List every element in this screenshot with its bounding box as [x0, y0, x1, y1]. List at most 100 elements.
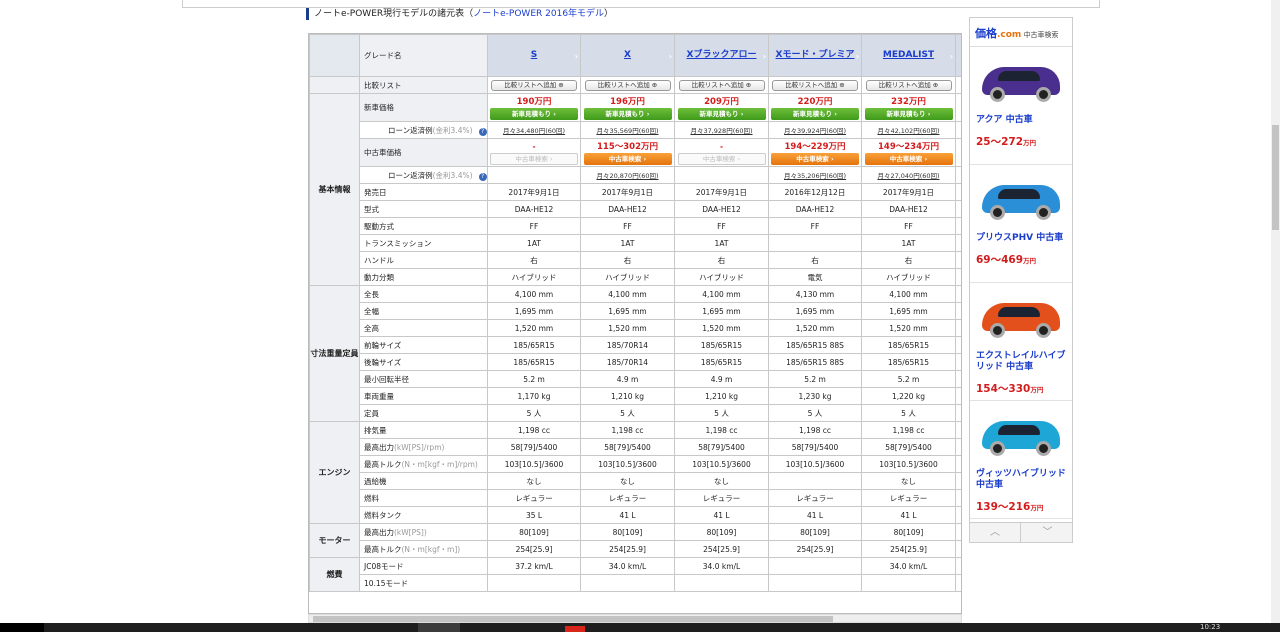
- grade-name[interactable]: Xブラックアロー: [687, 50, 757, 60]
- used-car-search-button[interactable]: 中古車検索 ›: [864, 152, 953, 165]
- grade-name[interactable]: MEDALIST: [883, 50, 934, 60]
- grade-name-link[interactable]: MEDALIST ›: [861, 34, 956, 77]
- grade-name-link[interactable]: Xブラックアロー ›: [674, 34, 769, 77]
- spec-row: 型式 DAA-HE12 DAA-HE12 DAA-HE12 DAA-HE12 DAA-HE…: [310, 200, 961, 218]
- ad-car-name-link[interactable]: ヴィッツハイブリッド 中古車: [976, 469, 1067, 491]
- loan-example-link[interactable]: 月々35,569円(60回): [596, 127, 658, 135]
- value-cell: 4,100 mm: [861, 285, 956, 303]
- grade-name[interactable]: S: [531, 50, 537, 60]
- car-wheel: [990, 205, 1005, 220]
- new-car-quote-button[interactable]: 新車見積もり ›: [677, 107, 766, 120]
- value-cell: [955, 438, 961, 456]
- row-label-cell: 最高出力(kW[PS]/rpm): [359, 438, 488, 456]
- ad-car-name-link[interactable]: プリウスPHV 中古車: [976, 233, 1067, 244]
- spec-value: 1,198 cc: [611, 425, 644, 435]
- grade-name-link[interactable]: Xモード・プレミア ›: [768, 34, 862, 77]
- help-icon[interactable]: ?: [478, 172, 487, 181]
- ad-car-name-link[interactable]: アクア 中古車: [976, 115, 1067, 126]
- spec-row: 最高出力(kW[PS]/rpm) 58[79]/5400 58[79]/5400 58…: [310, 438, 961, 456]
- used-car-search-button[interactable]: 中古車検索 ›: [583, 152, 672, 165]
- value-cell: 103[10.5]/3600: [768, 455, 862, 473]
- row-label-cell: 型式: [359, 200, 488, 218]
- value-cell: 右: [768, 251, 862, 269]
- ad-car-name-link[interactable]: エクストレイルハイブリッド 中古車: [976, 351, 1067, 373]
- used-car-search-button[interactable]: 中古車検索 ›: [771, 152, 859, 165]
- grade-name[interactable]: X: [624, 50, 631, 60]
- grade-name[interactable]: Xモード・プレミア: [776, 50, 855, 60]
- loan-example-link[interactable]: 月々27,040円(60回): [877, 172, 939, 180]
- grade-name-link[interactable]: [955, 34, 961, 77]
- spec-value: 右: [811, 255, 819, 265]
- ad-car-card[interactable]: エクストレイルハイブリッド 中古車 154～330万円: [970, 283, 1072, 401]
- car-aqua-image[interactable]: [976, 53, 1066, 111]
- loan-example-link[interactable]: 月々20,870円(60回): [596, 172, 658, 180]
- row-label: 燃料タンク: [364, 510, 402, 520]
- value-cell: DAA-HE12: [674, 200, 769, 218]
- spec-value: 185/70R14: [606, 357, 649, 367]
- loan-example-link[interactable]: 月々34,480円(60回): [503, 127, 565, 135]
- add-to-compare-button[interactable]: 比較リストへ追加 ⊕: [772, 79, 858, 91]
- loan-example-link[interactable]: 月々35,206円(60回): [784, 172, 846, 180]
- page-vertical-scrollbar[interactable]: [1271, 0, 1280, 623]
- value-cell: 1AT: [861, 234, 956, 252]
- section-label: 寸法重量定員: [310, 349, 359, 358]
- new-car-quote-button[interactable]: 新車見積もり ›: [490, 107, 578, 120]
- value-cell: 月々42,102円(60回): [861, 121, 956, 139]
- carousel-up-button[interactable]: ︿: [970, 523, 1021, 542]
- add-to-compare-button[interactable]: 比較リストへ追加 ⊕: [584, 79, 671, 91]
- spec-row: 発売日 2017年9月1日 2017年9月1日 2017年9月1日 2016年12月12…: [310, 183, 961, 201]
- ad-car-price: 139～216万円: [976, 499, 1067, 514]
- ad-car-card[interactable]: ヴィッツハイブリッド 中古車 139～216万円: [970, 401, 1072, 519]
- scrollbar-thumb[interactable]: [313, 616, 833, 622]
- value-cell: 232万円 新車見積もり ›: [861, 93, 956, 122]
- car-prius-phv-image[interactable]: [976, 171, 1066, 229]
- spec-value: 185/65R15 88S: [786, 340, 844, 350]
- ad-price-range: 139～216: [976, 501, 1031, 513]
- scrollbar-thumb[interactable]: [1272, 125, 1279, 230]
- new-car-quote-button[interactable]: 新車見積もり ›: [864, 107, 953, 120]
- value-cell: 1,220 kg: [861, 387, 956, 405]
- row-label-cell: 全高: [359, 319, 488, 337]
- add-to-compare-button[interactable]: 比較リストへ追加 ⊕: [678, 79, 765, 91]
- spec-value: 80[109]: [706, 527, 737, 537]
- chevron-right-icon: ›: [762, 52, 766, 61]
- table-horizontal-scrollbar[interactable]: [308, 614, 962, 623]
- spec-table-container[interactable]: グレード名 S › X › Xブラックアロー › Xモード・プレミア › MEDALIST › 比較リ…: [308, 33, 962, 614]
- new-car-price: 196万円: [610, 96, 645, 107]
- help-icon[interactable]: ?: [478, 127, 487, 136]
- value-cell: [955, 370, 961, 388]
- add-to-compare-button[interactable]: 比較リストへ追加 ⊕: [865, 79, 952, 91]
- ad-car-card[interactable]: アクア 中古車 25～272万円: [970, 47, 1072, 165]
- taskbar-app-active[interactable]: [418, 623, 460, 632]
- spec-value: ハイブリッド: [886, 272, 931, 282]
- kakaku-logo[interactable]: 価格.com: [975, 27, 1021, 40]
- grade-name-link[interactable]: S ›: [487, 34, 581, 77]
- add-to-compare-button[interactable]: 比較リストへ追加 ⊕: [491, 79, 577, 91]
- value-cell: 185/65R15: [487, 353, 581, 371]
- loan-example-link[interactable]: 月々39,924円(60回): [784, 127, 846, 135]
- blank-cat-cell: [309, 76, 360, 94]
- start-button[interactable]: [0, 623, 44, 632]
- car-x-trail-image[interactable]: [976, 289, 1066, 347]
- value-cell: 月々34,480円(60回): [487, 121, 581, 139]
- carousel-down-button[interactable]: ﹀: [1022, 523, 1073, 542]
- spec-value: 電気: [807, 272, 823, 282]
- spec-value: 1,695 mm: [514, 306, 554, 316]
- car-vitz-image[interactable]: [976, 407, 1066, 465]
- loan-example-link[interactable]: 月々37,928円(60回): [690, 127, 752, 135]
- grade-name-link[interactable]: X ›: [580, 34, 675, 77]
- value-cell: ハイブリッド: [487, 268, 581, 286]
- value-cell: [768, 574, 862, 592]
- spec-value: 254[25.9]: [609, 544, 646, 554]
- spec-value: 185/65R15: [513, 340, 555, 350]
- new-car-quote-button[interactable]: 新車見積もり ›: [583, 107, 672, 120]
- previous-model-link[interactable]: ノートe-POWER 2016年モデル: [473, 9, 604, 19]
- value-cell: 185/65R15 88S: [768, 336, 862, 354]
- spec-row: 燃費 JC08モード 37.2 km/L 34.0 km/L 34.0 km/L 34.0…: [309, 557, 961, 592]
- loan-example-link[interactable]: 月々42,102円(60回): [877, 127, 939, 135]
- ad-car-card[interactable]: プリウスPHV 中古車 69～469万円: [970, 165, 1072, 283]
- row-label-cell: 全幅: [359, 302, 488, 320]
- taskbar-app-icon[interactable]: [565, 626, 585, 632]
- row-label-cell: 後輪サイズ: [359, 353, 488, 371]
- new-car-quote-button[interactable]: 新車見積もり ›: [771, 107, 859, 120]
